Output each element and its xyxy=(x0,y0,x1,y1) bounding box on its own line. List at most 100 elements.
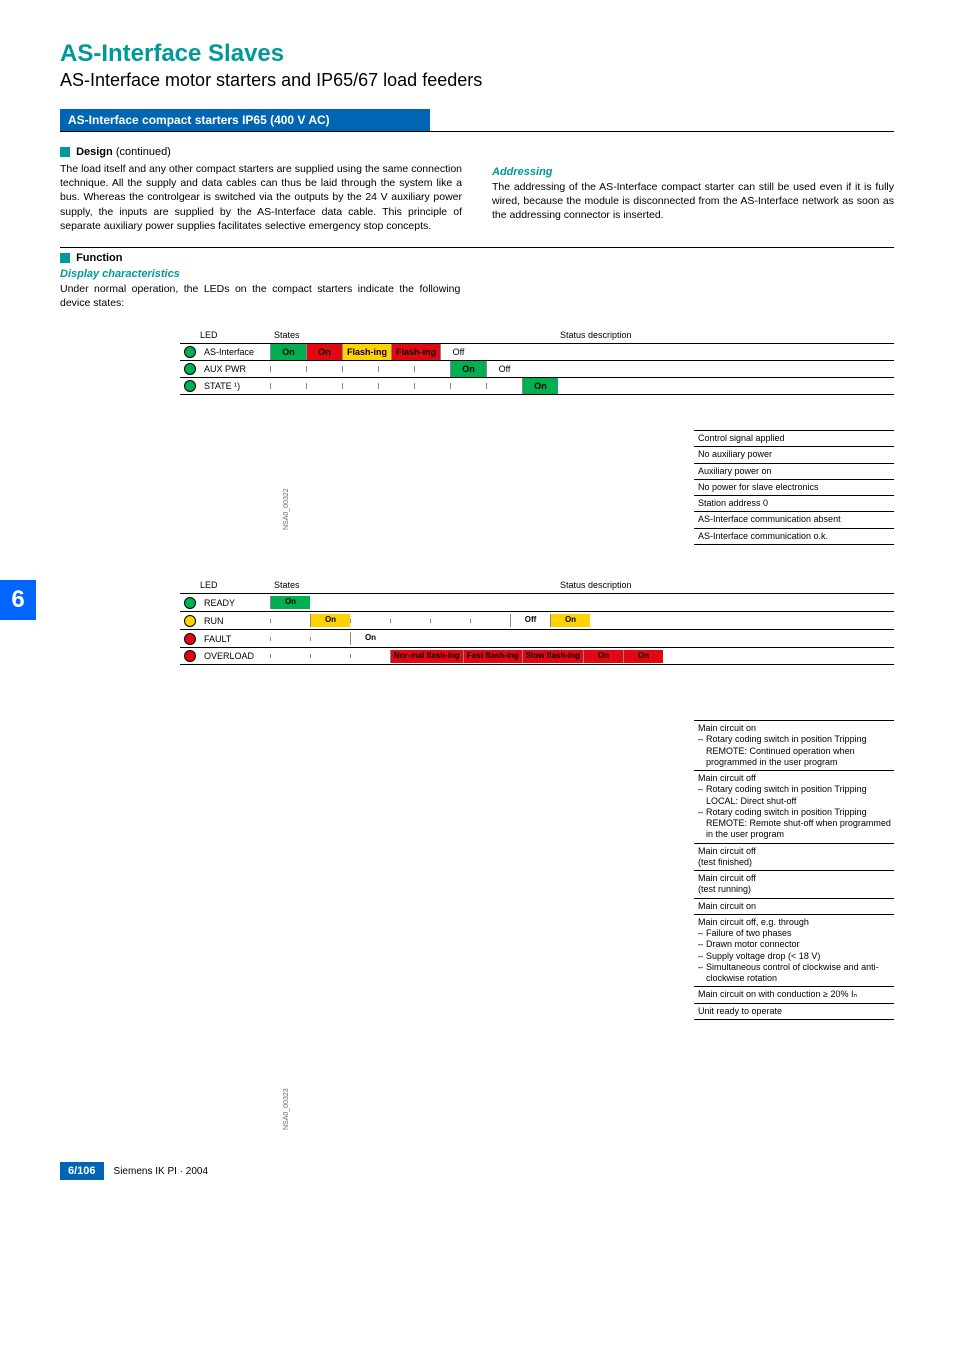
state-cell xyxy=(470,619,510,623)
chapter-tab: 6 xyxy=(0,580,36,620)
state-cell xyxy=(306,366,342,372)
design-heading: Design (continued) xyxy=(60,146,894,158)
state-cell: On xyxy=(550,614,590,627)
state-cell: Flash-ing xyxy=(342,344,391,360)
status-description-item: Main circuit onRotary coding switch in p… xyxy=(694,720,894,770)
page-number: 6/106 xyxy=(60,1162,104,1180)
led-circle-icon xyxy=(184,346,196,358)
led-row-label: STATE ¹) xyxy=(200,378,270,394)
continued-label: (continued) xyxy=(116,146,171,158)
state-cell: Off xyxy=(510,614,550,627)
diagram-ref-1: NSA0_00322 xyxy=(283,489,290,531)
led-circle-icon xyxy=(184,363,196,375)
state-cell: On xyxy=(623,650,663,663)
led-circle-icon xyxy=(184,380,196,392)
state-cell: On xyxy=(310,614,350,627)
led-circle-icon xyxy=(184,633,196,645)
status-description-item: AS-Interface communication o.k. xyxy=(694,528,894,545)
state-cell xyxy=(270,366,306,372)
status-description-item: Main circuit off(test running) xyxy=(694,870,894,898)
state-cell: Slow flash-ing xyxy=(522,650,583,663)
status-description-item: Auxiliary power on xyxy=(694,463,894,479)
state-cell: Off xyxy=(440,344,476,360)
col-led: LED xyxy=(200,580,270,590)
display-characteristics-heading: Display characteristics xyxy=(60,268,894,280)
state-cell xyxy=(390,619,430,623)
col-status: Status description xyxy=(530,330,632,340)
status-description-item: Station address 0 xyxy=(694,495,894,511)
state-cell: On xyxy=(306,344,342,360)
state-cell xyxy=(342,366,378,372)
led-circle-icon xyxy=(184,650,196,662)
state-cell xyxy=(270,383,306,389)
state-cell: Nor-mal flash-ing xyxy=(390,650,463,663)
page-footer: 6/106 Siemens IK PI · 2004 xyxy=(60,1162,208,1180)
function-heading: Function xyxy=(60,252,894,264)
led-row-label: READY xyxy=(200,595,270,611)
status-description-item: Main circuit off, e.g. throughFailure of… xyxy=(694,914,894,987)
state-cell xyxy=(270,619,310,623)
state-cell xyxy=(306,383,342,389)
state-cell xyxy=(342,383,378,389)
section-bar: AS-Interface compact starters IP65 (400 … xyxy=(60,109,430,131)
status-description-item: AS-Interface communication absent xyxy=(694,511,894,527)
status-description-item: Unit ready to operate xyxy=(694,1003,894,1020)
page-subtitle: AS-Interface motor starters and IP65/67 … xyxy=(60,70,894,91)
status-description-item: Main circuit off(test finished) xyxy=(694,843,894,871)
state-cell: Fast flash-ing xyxy=(463,650,522,663)
col-led: LED xyxy=(200,330,270,340)
diagram-row: AS-InterfaceOnOnFlash-ingFlash-ingOff xyxy=(180,343,894,360)
design-heading-text: Design xyxy=(76,146,113,158)
status-description-item: Main circuit on xyxy=(694,898,894,914)
state-cell xyxy=(310,637,350,641)
state-cell xyxy=(450,383,486,389)
led-row-label: RUN xyxy=(200,613,270,629)
function-heading-text: Function xyxy=(76,252,122,264)
square-bullet-icon xyxy=(60,147,70,157)
state-cell xyxy=(430,619,470,623)
state-cell xyxy=(350,619,390,623)
diagram-row: RUNOnOffOn xyxy=(180,611,894,629)
state-cell xyxy=(378,366,414,372)
page-title: AS-Interface Slaves xyxy=(60,40,894,68)
col-status: Status description xyxy=(530,580,632,590)
led-diagram-2: LED States Status description READYOnRUN… xyxy=(180,580,894,1140)
diagram-row: READYOn xyxy=(180,593,894,611)
design-body-left: The load itself and any other compact st… xyxy=(60,162,462,233)
led-row-label: AUX PWR xyxy=(200,361,270,377)
state-cell xyxy=(486,383,522,389)
state-cell: On xyxy=(522,378,558,394)
state-cell: On xyxy=(350,632,390,645)
state-cell xyxy=(414,366,450,372)
led-row-label: OVERLOAD xyxy=(200,648,270,664)
led-diagram-1: LED States Status description AS-Interfa… xyxy=(180,330,894,540)
state-cell xyxy=(310,654,350,658)
state-cell: On xyxy=(583,650,623,663)
led-row-label: AS-Interface xyxy=(200,344,270,360)
state-cell xyxy=(270,637,310,641)
footer-text: Siemens IK PI · 2004 xyxy=(114,1166,209,1177)
state-cell xyxy=(378,383,414,389)
diagram-ref-2: NSA0_00323 xyxy=(283,1089,290,1131)
diagram-row: OVERLOAD Nor-mal flash-ingFast flash-ingS… xyxy=(180,647,894,665)
state-cell: Flash-ing xyxy=(391,344,440,360)
square-bullet-icon xyxy=(60,253,70,263)
page-header: AS-Interface Slaves AS-Interface motor s… xyxy=(60,40,894,91)
led-circle-icon xyxy=(184,597,196,609)
state-cell: Off xyxy=(486,361,522,377)
design-body-right: The addressing of the AS-Interface compa… xyxy=(492,180,894,223)
col-states: States xyxy=(270,330,530,340)
display-characteristics-body: Under normal operation, the LEDs on the … xyxy=(60,282,460,310)
led-row-label: FAULT xyxy=(200,631,270,647)
state-cell: On xyxy=(270,596,310,609)
diagram-row: AUX PWR OnOff xyxy=(180,360,894,377)
diagram-row: STATE ¹) On xyxy=(180,377,894,395)
state-cell: On xyxy=(270,344,306,360)
status-description-item: No power for slave electronics xyxy=(694,479,894,495)
state-cell: On xyxy=(450,361,486,377)
addressing-heading: Addressing xyxy=(492,166,894,178)
state-cell xyxy=(350,654,390,658)
col-states: States xyxy=(270,580,530,590)
status-description-item: No auxiliary power xyxy=(694,446,894,462)
status-description-item: Control signal applied xyxy=(694,430,894,446)
